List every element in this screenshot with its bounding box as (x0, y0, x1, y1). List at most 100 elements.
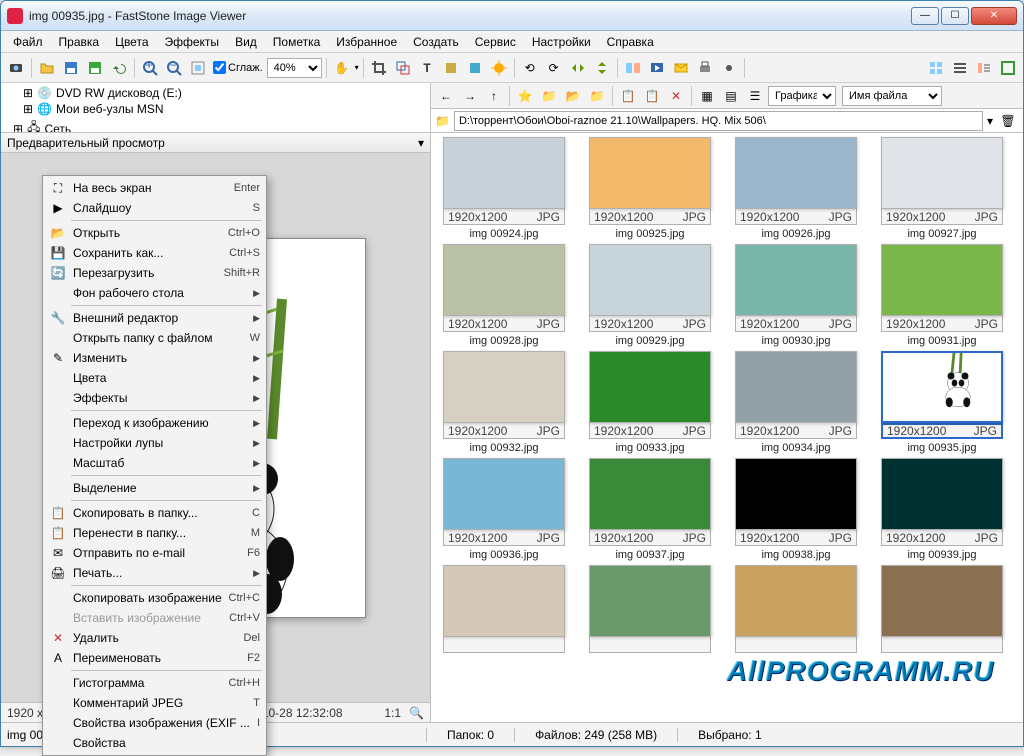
thumbnail[interactable]: 1920x1200JPGimg 00928.jpg (439, 244, 569, 347)
rotate-right-icon[interactable]: ⟳ (543, 57, 565, 79)
delete-red-icon[interactable]: ✕ (665, 85, 687, 107)
ctx--[interactable]: 💾Сохранить как...Ctrl+S (45, 243, 264, 263)
flip-h-icon[interactable] (567, 57, 589, 79)
undo-icon[interactable] (108, 57, 130, 79)
save-icon[interactable] (60, 57, 82, 79)
menu-Файл[interactable]: Файл (5, 33, 51, 51)
folder-b-icon[interactable]: 📂 (562, 85, 584, 107)
ctx--[interactable]: Эффекты▶ (45, 388, 264, 408)
fullscreen-icon[interactable] (997, 57, 1019, 79)
ctx--exif-[interactable]: Свойства изображения (EXIF ...I (45, 713, 264, 733)
path-input[interactable] (454, 111, 983, 131)
thumbnail[interactable] (439, 565, 569, 656)
thumbnail[interactable]: 1920x1200JPGimg 00933.jpg (585, 351, 715, 454)
thumbnail[interactable] (585, 565, 715, 656)
thumbnail[interactable]: 1920x1200JPGimg 00931.jpg (877, 244, 1007, 347)
path-dropdown-icon[interactable]: ▾ (987, 114, 993, 128)
thumbnail[interactable]: 1920x1200JPGimg 00937.jpg (585, 458, 715, 561)
menu-Избранное[interactable]: Избранное (328, 33, 405, 51)
fav-icon[interactable]: ⭐ (514, 85, 536, 107)
ctx--[interactable]: Фон рабочего стола▶ (45, 283, 264, 303)
view-list-icon[interactable] (949, 57, 971, 79)
menu-Пометка[interactable]: Пометка (265, 33, 329, 51)
slideshow-icon[interactable] (646, 57, 668, 79)
ctx--[interactable]: Скопировать изображениеCtrl+C (45, 588, 264, 608)
text-icon[interactable]: T (416, 57, 438, 79)
ctx--[interactable]: Открыть папку с файломW (45, 328, 264, 348)
ctx--[interactable]: 🔄ПерезагрузитьShift+R (45, 263, 264, 283)
menu-Эффекты[interactable]: Эффекты (157, 33, 228, 51)
open-icon[interactable] (36, 57, 58, 79)
ctx--[interactable]: 📋Перенести в папку...M (45, 523, 264, 543)
crop-icon[interactable] (368, 57, 390, 79)
close-button[interactable]: ✕ (971, 7, 1017, 25)
thumbnail[interactable]: 1920x1200JPGimg 00935.jpg (877, 351, 1007, 454)
ctx--[interactable]: 📂ОткрытьCtrl+O (45, 223, 264, 243)
menu-Вид[interactable]: Вид (227, 33, 265, 51)
save-as-icon[interactable] (84, 57, 106, 79)
nav-back-icon[interactable]: ← (435, 85, 457, 107)
menu-Справка[interactable]: Справка (599, 33, 662, 51)
ctx--jpeg[interactable]: Комментарий JPEGT (45, 693, 264, 713)
ctx--e-mail[interactable]: ✉Отправить по e-mailF6 (45, 543, 264, 563)
thumbnail[interactable]: 1920x1200JPGimg 00930.jpg (731, 244, 861, 347)
view-large-icon[interactable]: ▦ (696, 85, 718, 107)
hand-icon[interactable]: ✋ (331, 57, 353, 79)
effects-icon[interactable] (488, 57, 510, 79)
acquire-icon[interactable] (5, 57, 27, 79)
thumbnail[interactable]: 1920x1200JPGimg 00924.jpg (439, 137, 569, 240)
ctx--[interactable]: AПереименоватьF2 (45, 648, 264, 668)
zoom-in-icon[interactable]: + (139, 57, 161, 79)
ctx--[interactable]: Выделение▶ (45, 478, 264, 498)
ctx--[interactable]: ▶СлайдшоуS (45, 198, 264, 218)
ctx--[interactable]: ✎Изменить▶ (45, 348, 264, 368)
thumbnail[interactable]: 1920x1200JPGimg 00925.jpg (585, 137, 715, 240)
view-detail-icon[interactable] (973, 57, 995, 79)
thumbnail[interactable]: 1920x1200JPGimg 00936.jpg (439, 458, 569, 561)
menu-Создать[interactable]: Создать (405, 33, 467, 51)
thumbnail[interactable]: 1920x1200JPGimg 00939.jpg (877, 458, 1007, 561)
folder-tree[interactable]: ⊞💿DVD RW дисковод (E:) ⊞🌐Мои веб-узлы MS… (1, 83, 430, 133)
zoom-combo[interactable]: 40% (267, 58, 322, 78)
thumbnail[interactable]: 1920x1200JPGimg 00932.jpg (439, 351, 569, 454)
tool-a-icon[interactable] (440, 57, 462, 79)
menu-Правка[interactable]: Правка (51, 33, 108, 51)
ctx--[interactable]: Цвета▶ (45, 368, 264, 388)
zoom-out-icon[interactable]: − (163, 57, 185, 79)
folder-a-icon[interactable]: 📁 (538, 85, 560, 107)
nav-up-icon[interactable]: ↑ (483, 85, 505, 107)
copy-icon[interactable]: 📋 (617, 85, 639, 107)
menu-Сервис[interactable]: Сервис (467, 33, 524, 51)
ctx--[interactable]: ⛶На весь экранEnter (45, 178, 264, 198)
ctx--[interactable]: 📋Скопировать в папку...C (45, 503, 264, 523)
ctx--[interactable]: ✕УдалитьDel (45, 628, 264, 648)
ctx--[interactable]: ГистограммаCtrl+H (45, 673, 264, 693)
ctx--[interactable]: Свойства (45, 733, 264, 753)
nav-fwd-icon[interactable]: → (459, 85, 481, 107)
thumbnail[interactable] (731, 565, 861, 656)
thumbnail[interactable]: 1920x1200JPGimg 00938.jpg (731, 458, 861, 561)
thumbnail[interactable]: 1920x1200JPGimg 00929.jpg (585, 244, 715, 347)
zoom-fit-icon[interactable] (187, 57, 209, 79)
menu-Цвета[interactable]: Цвета (107, 33, 156, 51)
menu-Настройки[interactable]: Настройки (524, 33, 599, 51)
thumbnail[interactable] (877, 565, 1007, 656)
thumbnail-grid[interactable]: 1920x1200JPGimg 00924.jpg1920x1200JPGimg… (431, 133, 1023, 722)
view-med-icon[interactable]: ▤ (720, 85, 742, 107)
filter-combo[interactable]: Графика (768, 86, 836, 106)
ctx--[interactable]: Переход к изображению▶ (45, 413, 264, 433)
print-icon[interactable] (694, 57, 716, 79)
compare-icon[interactable] (622, 57, 644, 79)
smooth-checkbox[interactable] (213, 61, 226, 74)
resize-icon[interactable] (392, 57, 414, 79)
preview-dropdown-icon[interactable]: ▾ (418, 136, 424, 150)
tool-b-icon[interactable] (464, 57, 486, 79)
thumbnail[interactable]: 1920x1200JPGimg 00934.jpg (731, 351, 861, 454)
thumbnail[interactable]: 1920x1200JPGimg 00926.jpg (731, 137, 861, 240)
move-icon[interactable]: 📋 (641, 85, 663, 107)
trash-icon[interactable]: 🗑 (997, 110, 1019, 132)
ctx--[interactable]: Масштаб▶ (45, 453, 264, 473)
maximize-button[interactable]: ☐ (941, 7, 969, 25)
rotate-left-icon[interactable]: ⟲ (519, 57, 541, 79)
ctx--[interactable]: 🖨Печать...▶ (45, 563, 264, 583)
